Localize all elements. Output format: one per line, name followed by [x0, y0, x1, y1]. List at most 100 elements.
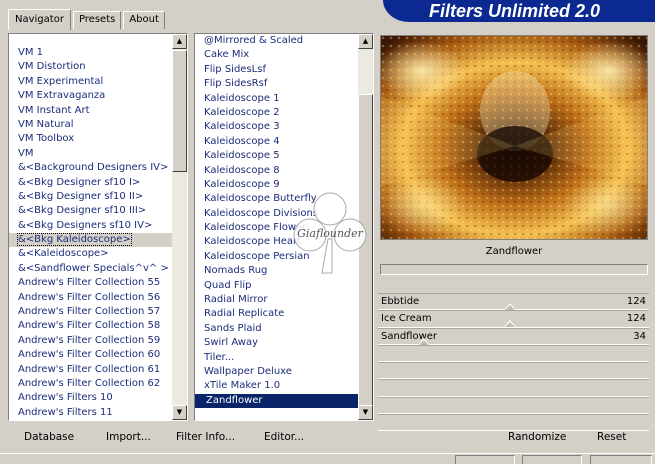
list-item[interactable]: Andrew's Filters 11: [9, 406, 172, 420]
slider-value: 34: [633, 330, 646, 342]
slider-knob[interactable]: [503, 320, 516, 328]
scroll-down-button[interactable]: ▼: [358, 405, 373, 420]
list-item[interactable]: Wallpaper Deluxe: [195, 365, 358, 379]
import-button[interactable]: Import...: [106, 428, 151, 446]
slider-sandflower[interactable]: Sandflower 34: [378, 327, 649, 345]
list-item[interactable]: xTile Maker 1.0: [195, 379, 358, 393]
list-item[interactable]: &<Kaleidoscope>: [9, 247, 172, 261]
tab-bar: Navigator Presets About: [8, 9, 167, 30]
app-title: Filters Unlimited 2.0: [429, 1, 601, 21]
list-item[interactable]: &<Bkg Designer sf10 III>: [9, 204, 172, 218]
list-item[interactable]: Andrew's Filter Collection 57: [9, 305, 172, 319]
list-item[interactable]: @Mirrored & Scaled: [195, 34, 358, 48]
list-item-label: Kaleidoscope 4: [204, 135, 280, 147]
list-item-label: Quad Flip: [204, 279, 252, 291]
list-item[interactable]: VM 1: [9, 46, 172, 60]
slider-ice-cream[interactable]: Ice Cream 124: [378, 310, 649, 328]
list-item[interactable]: Kaleidoscope 4: [195, 135, 358, 149]
slider-label: Ice Cream: [381, 313, 432, 325]
list-item-label: VM Extravaganza: [18, 90, 106, 102]
list-item[interactable]: Kaleidoscope 1: [195, 92, 358, 106]
list-item[interactable]: Cake Mix: [195, 48, 358, 62]
list-item[interactable]: Andrew's Filters 10: [9, 391, 172, 405]
slider-value: 124: [626, 313, 646, 325]
list-item[interactable]: Sands Plaid: [195, 322, 358, 336]
list-item[interactable]: Kaleidoscope 2: [195, 106, 358, 120]
slider-knob[interactable]: [503, 303, 516, 310]
list-item[interactable]: Andrew's Filter Collection 56: [9, 291, 172, 305]
list-item[interactable]: VM: [9, 147, 172, 161]
preview-filter-name: Zandflower: [485, 246, 543, 257]
list-item[interactable]: Kaleidoscope 5: [195, 149, 358, 163]
list-item[interactable]: &<Bkg Kaleidoscope>: [9, 233, 172, 248]
filter-info-button[interactable]: Filter Info...: [176, 428, 235, 446]
list-item-label: Sands Plaid: [204, 322, 262, 334]
scroll-thumb[interactable]: [172, 50, 187, 172]
list-item-label: VM: [18, 147, 34, 159]
list-item[interactable]: Radial Mirror: [195, 293, 358, 307]
list-item-label: Andrew's Filter Collection 61: [18, 363, 161, 375]
list-item[interactable]: Zandflower: [195, 393, 358, 409]
scroll-down-button[interactable]: ▼: [172, 405, 187, 420]
list-item[interactable]: &<Bkg Designer sf10 II>: [9, 190, 172, 204]
slider-empty: [378, 362, 649, 380]
watermark-text: Giaflounder: [297, 227, 364, 240]
list-item-label: Zandflower: [206, 394, 263, 406]
list-item[interactable]: &<Sandflower Specials^v^ >: [9, 262, 172, 276]
category-list[interactable]: VM 1 VM Distortion VM Experimental VM Extra…: [8, 33, 188, 421]
tab-presets[interactable]: Presets: [72, 11, 122, 29]
kaleidoscope-preview-art: [381, 36, 647, 239]
status-box: [455, 455, 515, 464]
list-item[interactable]: &<Bkg Designer sf10 I>: [9, 176, 172, 190]
tab-about[interactable]: About: [123, 11, 165, 29]
list-item-label: Radial Mirror: [204, 294, 268, 306]
list-item[interactable]: &<Bkg Designers sf10 IV>: [9, 219, 172, 233]
list-item-label: Flip SidesLsf: [204, 63, 266, 75]
list-item-label: Andrew's Filter Collection 60: [18, 349, 161, 361]
list-item-label: Kaleidoscope 1: [204, 92, 280, 104]
app-title-banner: Filters Unlimited 2.0: [383, 0, 655, 22]
list-item[interactable]: Andrew's Filter Collection 59: [9, 334, 172, 348]
list-item-label: &<Bkg Designer sf10 III>: [18, 205, 147, 217]
list-item[interactable]: VM Toolbox: [9, 132, 172, 146]
scroll-up-button[interactable]: ▲: [358, 34, 373, 49]
list-item-label: VM Natural: [18, 118, 74, 130]
list-item[interactable]: Flip SidesLsf: [195, 63, 358, 77]
list-item[interactable]: Andrew's Filter Collection 58: [9, 319, 172, 333]
slider-ebbtide[interactable]: Ebbtide 124: [378, 293, 649, 311]
list-item[interactable]: Andrew's Filter Collection 61: [9, 363, 172, 377]
list-item[interactable]: VM Extravaganza: [9, 89, 172, 103]
tab-navigator[interactable]: Navigator: [8, 9, 71, 30]
list-item-label: Andrew's Filters 10: [18, 392, 113, 404]
list-item-label: &<Background Designers IV>: [18, 162, 169, 174]
list-item-label: Cake Mix: [204, 49, 250, 61]
list-item[interactable]: Quad Flip: [195, 279, 358, 293]
list-item[interactable]: Swirl Away: [195, 336, 358, 350]
list-item-label: &<Kaleidoscope>: [18, 248, 109, 260]
list-item[interactable]: Tiler...: [195, 351, 358, 365]
list-item-label: VM Distortion: [18, 61, 86, 73]
list-item[interactable]: &<Background Designers IV>: [9, 161, 172, 175]
category-scrollbar[interactable]: ▲ ▼: [172, 34, 187, 420]
list-item-label: Flip SidesRsf: [204, 78, 268, 90]
list-item[interactable]: Andrew's Filter Collection 62: [9, 377, 172, 391]
slider-knob[interactable]: [418, 337, 431, 345]
database-button[interactable]: Database: [24, 428, 74, 446]
reset-button[interactable]: Reset: [597, 428, 626, 446]
editor-button[interactable]: Editor...: [264, 428, 304, 446]
list-item[interactable]: VM Instant Art: [9, 104, 172, 118]
randomize-button[interactable]: Randomize: [508, 428, 566, 446]
scroll-up-button[interactable]: ▲: [172, 34, 187, 49]
list-item[interactable]: Andrew's Filter Collection 60: [9, 348, 172, 362]
list-item[interactable]: VM Experimental: [9, 75, 172, 89]
list-item[interactable]: Kaleidoscope 3: [195, 120, 358, 134]
status-box: [590, 455, 652, 464]
list-item[interactable]: Radial Replicate: [195, 307, 358, 321]
list-item[interactable]: VM Natural: [9, 118, 172, 132]
list-item[interactable]: Kaleidoscope 8: [195, 164, 358, 178]
list-item-label: Andrew's Filter Collection 57: [18, 306, 161, 318]
list-item[interactable]: Flip SidesRsf: [195, 77, 358, 91]
list-item[interactable]: VM Distortion: [9, 60, 172, 74]
list-item-label: Andrew's Filter Collection 58: [18, 320, 161, 332]
list-item[interactable]: Andrew's Filter Collection 55: [9, 276, 172, 290]
